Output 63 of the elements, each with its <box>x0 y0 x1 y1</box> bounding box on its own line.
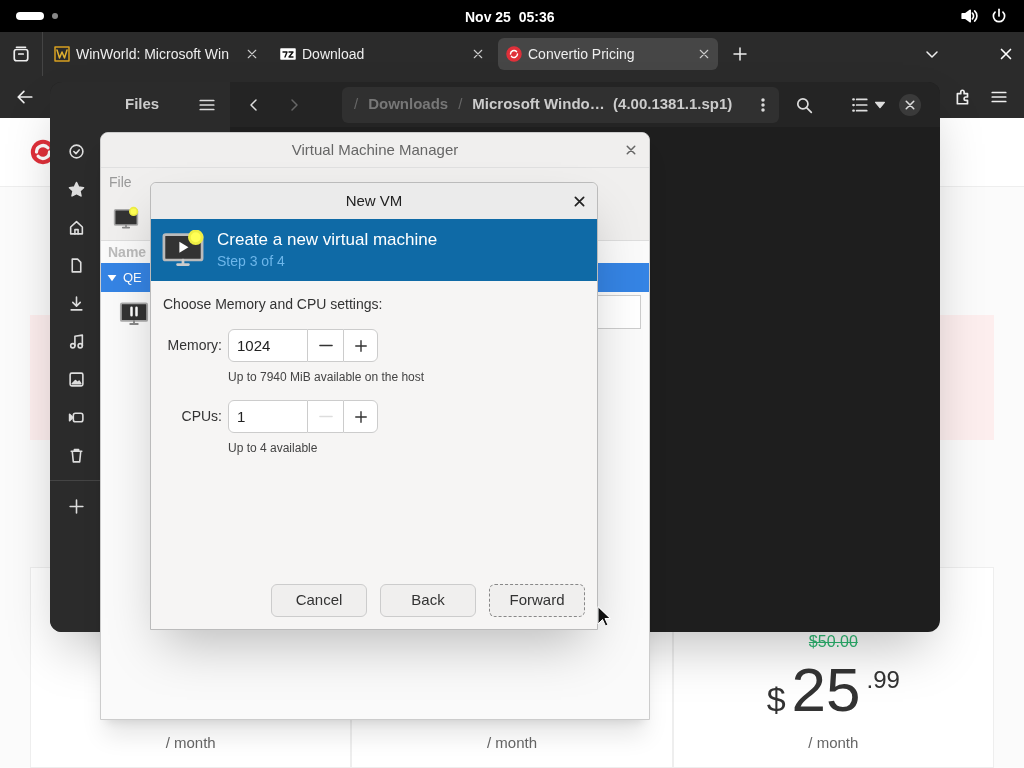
dialog-title: New VM <box>345 190 403 211</box>
billing-period: / month <box>808 733 859 753</box>
recent-icon[interactable] <box>68 142 85 160</box>
window-title: Virtual Machine Manager <box>291 139 459 160</box>
pictures-icon[interactable] <box>68 370 85 388</box>
field-label: CPUs: <box>180 407 222 426</box>
plus-icon <box>353 409 368 424</box>
path-separator: / <box>354 94 359 115</box>
workspace-indicator[interactable] <box>16 12 44 20</box>
expander-triangle-icon[interactable] <box>107 272 117 283</box>
dialog-button[interactable]: Cancel <box>271 584 367 617</box>
wizard-step: Step 3 of 4 <box>217 251 438 271</box>
home-icon[interactable] <box>68 218 85 236</box>
close-tab-icon[interactable] <box>246 48 258 60</box>
plus-icon <box>353 338 368 353</box>
browser-tab[interactable]: WinWorld: Microsoft Win <box>46 38 266 70</box>
window-title: Files <box>125 94 160 115</box>
music-icon[interactable] <box>68 332 85 350</box>
trash-icon[interactable] <box>68 446 85 464</box>
paused-vm-icon[interactable] <box>119 300 149 328</box>
back-arrow-icon[interactable] <box>16 88 34 106</box>
dialog-button[interactable]: Back <box>380 584 476 617</box>
downloads-icon[interactable] <box>68 294 85 312</box>
price-amount: 25 <box>791 656 861 724</box>
volume-icon[interactable] <box>960 7 978 25</box>
close-icon[interactable] <box>899 93 921 116</box>
field-label: Memory: <box>166 336 222 355</box>
search-icon[interactable] <box>795 95 813 114</box>
close-tab-icon[interactable] <box>472 48 484 60</box>
increment-button[interactable] <box>343 400 378 433</box>
billing-period: / month <box>165 733 216 753</box>
tab-overview-icon[interactable] <box>12 45 30 63</box>
wizard-heading: Create a new virtual machine <box>217 229 438 251</box>
number-field[interactable]: 1 <box>228 400 308 433</box>
browser-tab[interactable]: Download <box>272 38 492 70</box>
site-icon <box>54 46 70 62</box>
starred-icon[interactable] <box>68 180 85 198</box>
site-icon <box>280 46 296 62</box>
new-tab-icon[interactable] <box>732 46 748 62</box>
path-separator: / <box>458 94 463 115</box>
browser-tab[interactable]: Convertio Pricing <box>498 38 718 70</box>
close-icon[interactable] <box>574 195 585 207</box>
price-cents: .99 <box>866 665 900 695</box>
increment-button[interactable] <box>343 329 378 362</box>
site-icon <box>506 46 522 62</box>
section-label: Choose Memory and CPU settings: <box>163 295 384 314</box>
billing-period: / month <box>486 733 537 753</box>
documents-icon[interactable] <box>68 256 85 274</box>
clock[interactable]: Nov 25 05:36 <box>465 7 555 28</box>
old-price: $50.00 <box>808 632 858 652</box>
hint-text: Up to 7940 MiB available on the host <box>228 369 426 386</box>
minus-icon <box>318 344 333 347</box>
number-field[interactable]: 1024 <box>228 329 308 362</box>
minus-icon <box>318 415 333 418</box>
power-icon[interactable] <box>990 7 1008 25</box>
currency-symbol: $ <box>766 679 786 720</box>
other-icon[interactable] <box>68 497 85 515</box>
path-segment[interactable]: Microsoft Windo… (4.00.1381.1.sp1) <box>472 93 733 116</box>
hint-text: Up to 4 available <box>228 440 319 457</box>
list-view-icon[interactable] <box>851 95 869 114</box>
close-tab-icon[interactable] <box>698 48 710 60</box>
input-field[interactable] <box>597 295 641 329</box>
dialog-button[interactable]: Forward <box>489 584 585 617</box>
